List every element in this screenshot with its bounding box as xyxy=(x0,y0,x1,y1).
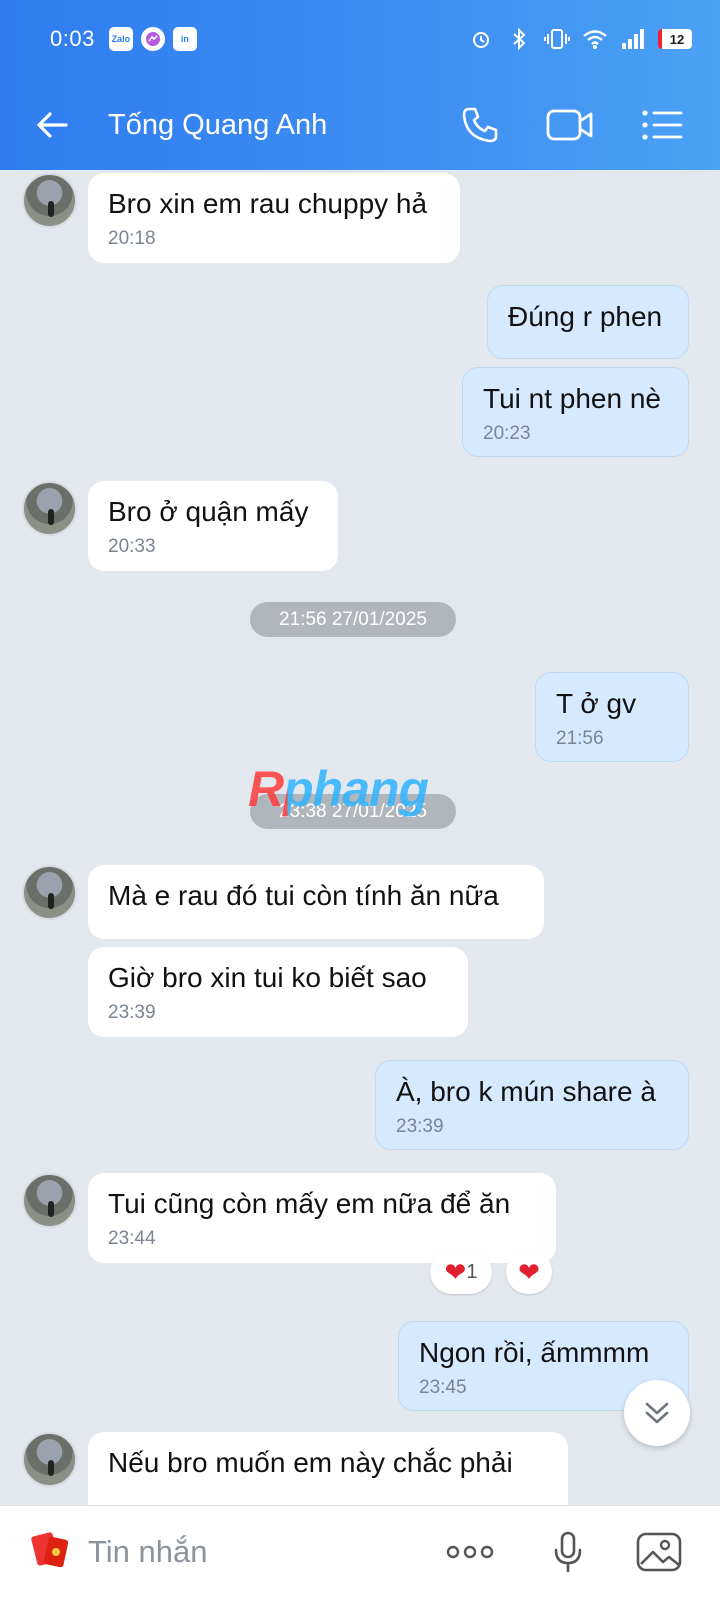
message-text: Tui cũng còn mấy em nữa để ăn xyxy=(108,1188,511,1219)
message-text: Bro ở quận mấy xyxy=(108,496,309,527)
message-text: Đúng r phen xyxy=(508,301,663,332)
contact-avatar[interactable] xyxy=(22,865,77,920)
message-time: 23:39 xyxy=(108,1001,156,1023)
add-reaction-button[interactable]: ❤ xyxy=(506,1250,552,1294)
chat-header: 0:03 Zalo in 12 Tống Quang Anh xyxy=(0,0,720,170)
message-text: Giờ bro xin tui ko biết sao xyxy=(108,962,427,993)
status-bar: 0:03 Zalo in 12 xyxy=(50,22,692,56)
alarm-icon xyxy=(468,27,494,51)
messenger-icon xyxy=(140,27,165,51)
contact-avatar[interactable] xyxy=(22,173,77,228)
message-time: 20:18 xyxy=(108,227,156,249)
message-time: 20:23 xyxy=(483,422,531,444)
wifi-icon xyxy=(582,27,608,51)
message-text: Mà e rau đó tui còn tính ăn nữa xyxy=(108,880,499,911)
battery-indicator: 12 xyxy=(658,29,692,49)
outgoing-message[interactable]: À, bro k mún share à 23:39 xyxy=(375,1060,689,1150)
incoming-message[interactable]: Nếu bro muốn em này chắc phải xyxy=(88,1432,568,1505)
linkedin-icon: in xyxy=(172,27,197,51)
message-time: 20:33 xyxy=(108,535,156,557)
heart-icon: ❤ xyxy=(444,1257,467,1287)
outgoing-message[interactable]: Tui nt phen nè 20:23 xyxy=(462,367,689,457)
menu-list-icon[interactable] xyxy=(637,100,687,150)
nav-bar: Tống Quang Anh xyxy=(0,95,720,155)
message-text: Bro xin em rau chuppy hả xyxy=(108,188,428,219)
message-time: 21:56 xyxy=(556,727,604,749)
message-text: Nếu bro muốn em này chắc phải xyxy=(108,1447,513,1478)
status-time: 0:03 xyxy=(50,26,95,51)
microphone-icon[interactable] xyxy=(542,1526,594,1578)
message-time: 23:44 xyxy=(108,1227,156,1249)
contact-avatar[interactable] xyxy=(22,1173,77,1228)
message-text: T ở gv xyxy=(556,688,637,719)
date-separator: 21:56 27/01/2025 xyxy=(250,602,456,637)
outgoing-message[interactable]: Đúng r phen xyxy=(487,285,689,359)
incoming-message[interactable]: Giờ bro xin tui ko biết sao 23:39 xyxy=(88,947,468,1037)
signal-icon xyxy=(620,27,646,51)
incoming-message[interactable]: Tui cũng còn mấy em nữa để ăn 23:44 xyxy=(88,1173,556,1263)
message-text: À, bro k mún share à xyxy=(396,1076,656,1107)
double-chevron-down-icon xyxy=(645,1402,669,1424)
back-arrow-icon[interactable] xyxy=(32,105,72,145)
more-options-icon[interactable] xyxy=(444,1526,496,1578)
incoming-message[interactable]: Bro ở quận mấy 20:33 xyxy=(88,481,338,571)
incoming-message[interactable]: Bro xin em rau chuppy hả 20:18 xyxy=(88,173,460,263)
watermark-logo: Rphang xyxy=(248,761,429,817)
message-text: Tui nt phen nè xyxy=(483,383,661,414)
message-time: 23:39 xyxy=(396,1115,444,1137)
phone-call-icon[interactable] xyxy=(455,100,505,150)
zalo-icon: Zalo xyxy=(108,27,133,51)
message-text: Ngon rồi, ấmmmm xyxy=(419,1337,650,1368)
contact-avatar[interactable] xyxy=(22,1432,77,1487)
bluetooth-icon xyxy=(506,27,532,51)
image-gallery-icon[interactable] xyxy=(633,1526,685,1578)
vibrate-icon xyxy=(544,27,570,51)
reaction-count-label: 1 xyxy=(466,1260,478,1283)
incoming-message[interactable]: Mà e rau đó tui còn tính ăn nữa xyxy=(88,865,544,939)
message-composer: Tin nhắn xyxy=(0,1505,720,1600)
message-input[interactable]: Tin nhắn xyxy=(88,1534,208,1570)
video-call-icon[interactable] xyxy=(545,100,595,150)
outgoing-message[interactable]: T ở gv 21:56 xyxy=(535,672,689,762)
heart-icon: ❤ xyxy=(518,1257,540,1287)
message-list[interactable]: Bro xin em rau chuppy hả 20:18 Đúng r ph… xyxy=(0,170,720,1505)
scroll-to-bottom-button[interactable] xyxy=(624,1380,690,1446)
reaction-count[interactable]: ❤ 1 xyxy=(430,1250,492,1294)
contact-avatar[interactable] xyxy=(22,481,77,536)
sticker-icon[interactable] xyxy=(28,1528,72,1572)
contact-name[interactable]: Tống Quang Anh xyxy=(108,109,327,142)
